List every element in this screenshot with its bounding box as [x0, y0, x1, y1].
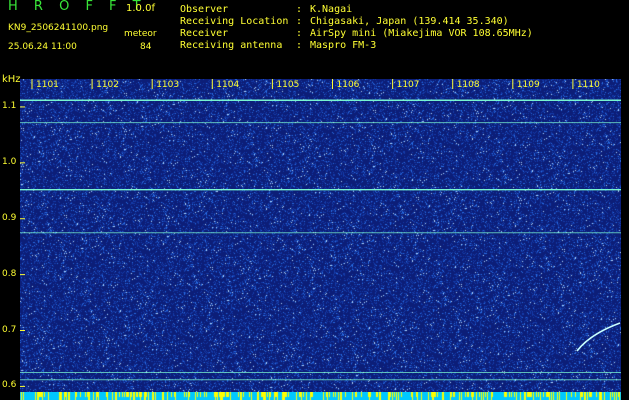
- x-tick-label: 1103: [156, 80, 180, 90]
- x-tick-label: 1105: [276, 80, 300, 90]
- spectrogram-window: H R O F F T 1.0.0f KN9_2506241100.png me…: [0, 0, 629, 400]
- x-tick-label: 1109: [516, 80, 540, 90]
- location-label: Receiving Location: [180, 16, 289, 27]
- location-sep: :: [296, 16, 303, 27]
- version-label: 1.0.0f: [126, 3, 155, 14]
- filename-label: KN9_2506241100.png: [8, 23, 109, 33]
- x-tick-label: 1106: [336, 80, 360, 90]
- location-value: Chigasaki, Japan (139.414 35.340): [310, 16, 509, 27]
- observer-label: Observer: [180, 4, 229, 15]
- x-tick-label: 1107: [396, 80, 420, 90]
- meteor-echo-trail: [576, 322, 621, 352]
- datetime-label: 25.06.24 11:00: [8, 42, 77, 52]
- y-tick-label: 0.7: [2, 324, 17, 335]
- x-tick-label: 1108: [456, 80, 480, 90]
- bottom-bar-ticks: [20, 392, 621, 400]
- y-tick-label: 0.6: [2, 380, 17, 391]
- bottom-bar: [20, 392, 621, 400]
- antenna-label: Receiving antenna: [180, 40, 283, 51]
- x-tick-label: 1110: [576, 80, 600, 90]
- y-tick-label: 1.0: [2, 156, 17, 167]
- receiver-label: Receiver: [180, 28, 229, 39]
- spectrogram-plot: [20, 79, 621, 392]
- y-tick-label: 0.8: [2, 268, 17, 279]
- plot-overlay: [20, 79, 621, 387]
- receiver-sep: :: [296, 28, 303, 39]
- x-tick-label: 1102: [96, 80, 119, 90]
- observer-sep: :: [296, 4, 303, 15]
- antenna-sep: :: [296, 40, 303, 51]
- y-tick-label: 0.9: [2, 212, 17, 223]
- observer-value: K.Nagai: [310, 4, 353, 15]
- mode-label: meteor: [124, 29, 157, 39]
- x-tick-label: 1104: [216, 80, 240, 90]
- count-label: 84: [140, 42, 152, 52]
- antenna-value: Maspro FM-3: [310, 40, 377, 51]
- receiver-value: AirSpy mini (Miakejima VOR 108.65MHz): [310, 28, 533, 39]
- y-tick-label: 1.1: [2, 100, 17, 111]
- y-axis-unit: kHz: [2, 74, 21, 85]
- x-tick-label: 1101: [36, 80, 59, 90]
